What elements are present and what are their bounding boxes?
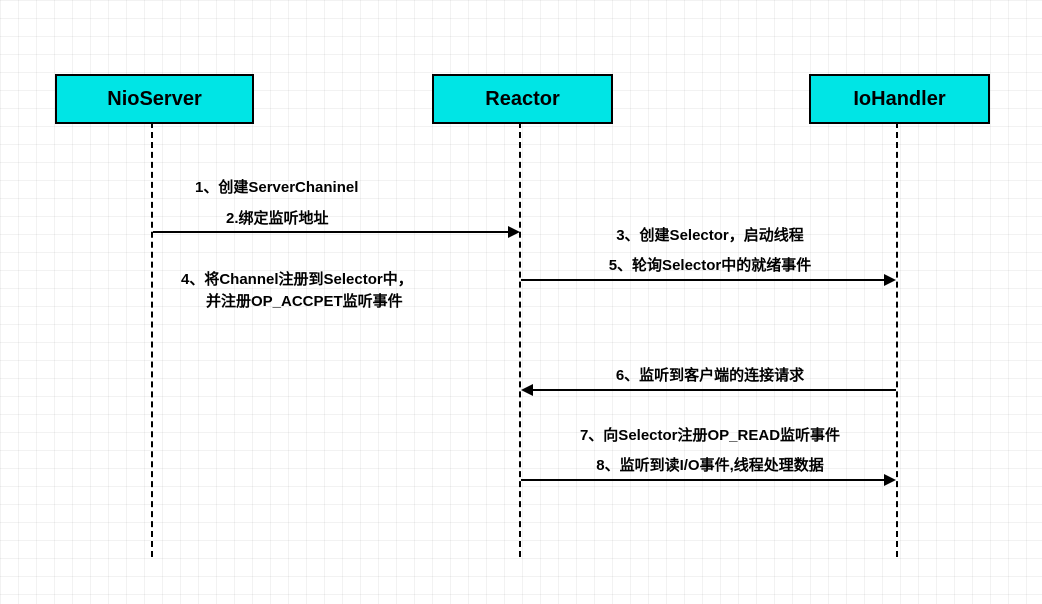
participant-iohandler: IoHandler <box>809 74 990 124</box>
arrow-2-head <box>884 274 896 286</box>
arrow-4-head <box>884 474 896 486</box>
msg-7: 7、向Selector注册OP_READ监听事件 <box>545 424 875 445</box>
msg-2: 2.绑定监听地址 <box>226 207 329 228</box>
arrow-2 <box>521 279 884 281</box>
msg-4b: 并注册OP_ACCPET监听事件 <box>206 290 403 311</box>
sequence-diagram: NioServer Reactor IoHandler 1、创建ServerCh… <box>0 0 1042 604</box>
msg-6: 6、监听到客户端的连接请求 <box>565 364 855 385</box>
msg-8: 8、监听到读I/O事件,线程处理数据 <box>545 454 875 475</box>
msg-1: 1、创建ServerChaninel <box>195 176 358 197</box>
lifeline-nioserver <box>151 122 153 557</box>
arrow-3-head <box>521 384 533 396</box>
lifeline-iohandler <box>896 122 898 557</box>
participant-nioserver-label: NioServer <box>107 88 202 110</box>
arrow-3 <box>533 389 896 391</box>
participant-iohandler-label: IoHandler <box>853 88 945 110</box>
arrow-1-head <box>508 226 520 238</box>
participant-reactor: Reactor <box>432 74 613 124</box>
participant-reactor-label: Reactor <box>485 88 559 110</box>
arrow-4 <box>521 479 884 481</box>
participant-nioserver: NioServer <box>55 74 254 124</box>
lifeline-reactor <box>519 122 521 557</box>
msg-4a: 4、将Channel注册到Selector中， <box>181 268 413 289</box>
arrow-1 <box>153 231 508 233</box>
msg-3: 3、创建Selector，启动线程 <box>565 224 855 245</box>
msg-5: 5、轮询Selector中的就绪事件 <box>565 254 855 275</box>
